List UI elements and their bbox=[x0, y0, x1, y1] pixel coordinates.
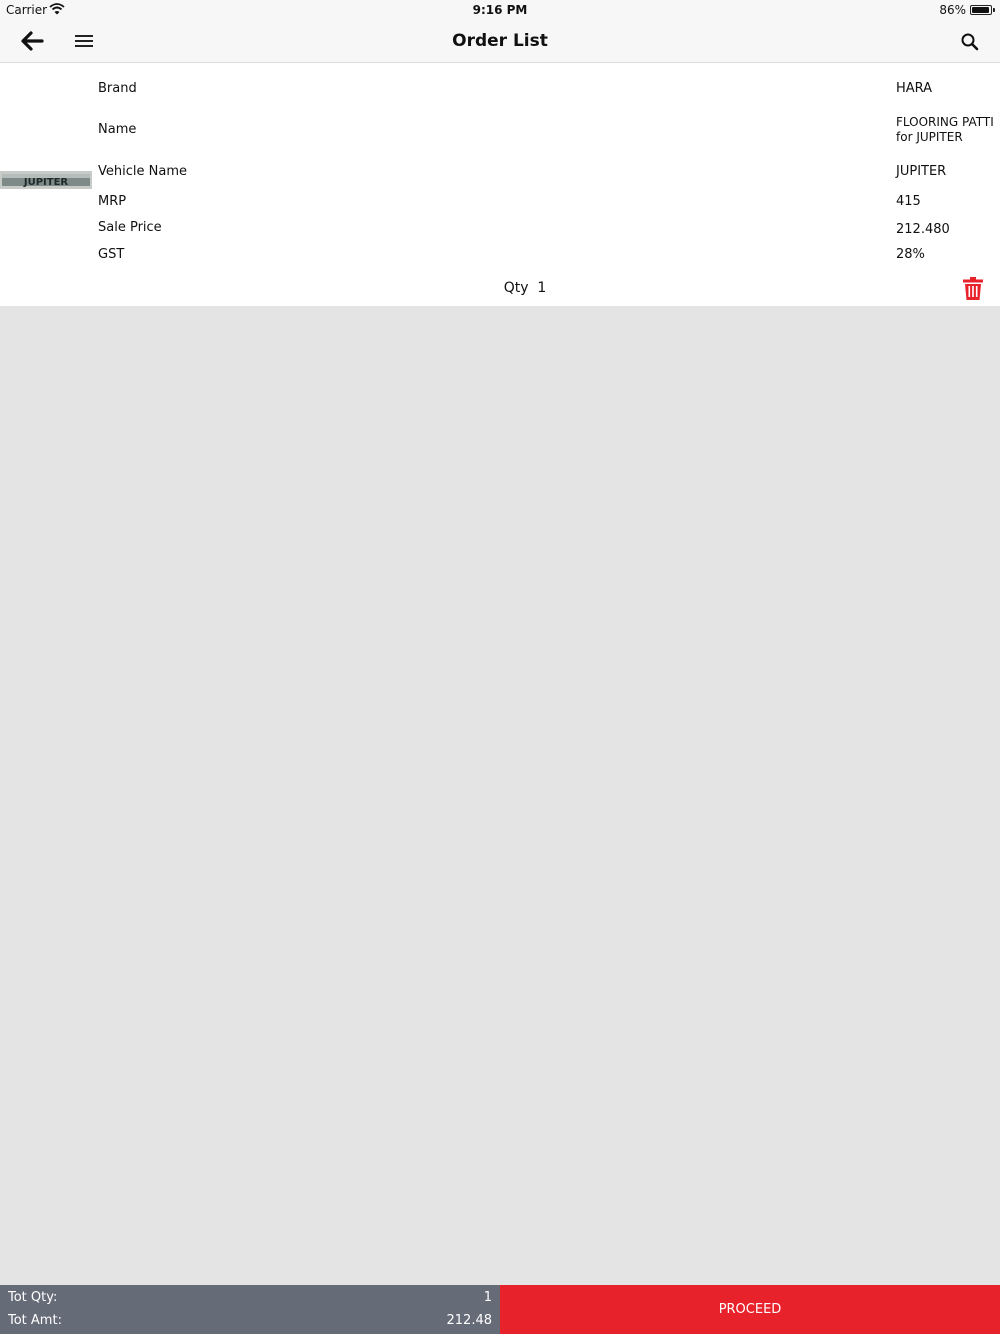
status-bar: Carrier 9:16 PM 86% bbox=[0, 0, 1000, 20]
svg-text:JUPITER: JUPITER bbox=[23, 177, 69, 188]
gst-label: GST bbox=[98, 247, 125, 262]
name-value: FLOORING PATTI for JUPITER bbox=[896, 115, 994, 144]
product-image: JUPITER bbox=[0, 171, 92, 189]
total-amount-value: 212.48 bbox=[446, 1313, 493, 1328]
brand-value: HARA bbox=[896, 81, 933, 96]
brand-label: Brand bbox=[98, 81, 137, 96]
order-footer: Tot Qty: 1 Tot Amt: 212.48 PROCEED bbox=[0, 1285, 1000, 1334]
status-time: 9:16 PM bbox=[472, 3, 528, 17]
vehicle-name-label: Vehicle Name bbox=[98, 164, 187, 179]
qty-value: 1 bbox=[537, 280, 547, 296]
qty-label: Qty bbox=[503, 280, 529, 296]
mrp-value: 415 bbox=[896, 194, 921, 209]
quantity-display: Qty 1 bbox=[0, 280, 1000, 296]
total-qty-value: 1 bbox=[483, 1290, 492, 1305]
battery-icon bbox=[970, 5, 995, 15]
total-amount-label: Tot Amt: bbox=[8, 1313, 62, 1328]
proceed-button[interactable]: PROCEED bbox=[500, 1285, 1000, 1334]
search-icon[interactable] bbox=[958, 30, 982, 54]
navigation-bar: Order List bbox=[0, 20, 1000, 63]
sale-price-value: 212.480 bbox=[896, 222, 950, 237]
battery-percentage: 86% bbox=[939, 3, 966, 17]
page-title: Order List bbox=[452, 31, 548, 51]
name-label: Name bbox=[98, 122, 137, 137]
totals-panel: Tot Qty: 1 Tot Amt: 212.48 bbox=[0, 1285, 500, 1334]
gst-value: 28% bbox=[896, 247, 925, 262]
vehicle-name-value: JUPITER bbox=[896, 164, 947, 179]
order-item-card: JUPITER Brand HARA Name FLOORING PATTI f… bbox=[0, 63, 1000, 306]
total-qty-label: Tot Qty: bbox=[8, 1290, 58, 1305]
mrp-label: MRP bbox=[98, 194, 127, 209]
sale-price-label: Sale Price bbox=[98, 220, 162, 235]
trash-icon[interactable] bbox=[962, 276, 984, 301]
